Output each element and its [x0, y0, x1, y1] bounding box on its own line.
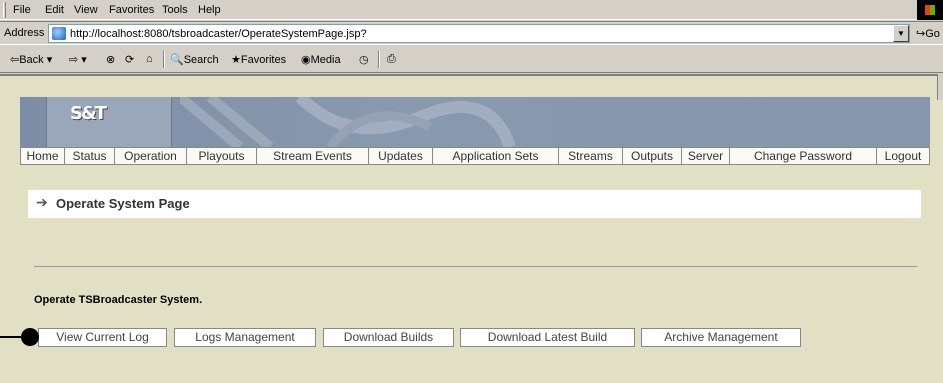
go-button[interactable]: ↪Go	[916, 27, 940, 40]
media-button[interactable]: ◉Media	[301, 53, 341, 66]
download-latest-build-button[interactable]: Download Latest Build	[460, 328, 635, 347]
toolbar-separator	[378, 51, 380, 68]
history-icon[interactable]: ◷	[359, 53, 369, 66]
search-button[interactable]: 🔍Search	[170, 53, 219, 66]
favorites-label: Favorites	[240, 54, 287, 66]
menu-tools[interactable]: Tools	[162, 4, 188, 16]
download-builds-button[interactable]: Download Builds	[323, 328, 454, 347]
nav-logout[interactable]: Logout	[877, 147, 930, 165]
divider	[34, 266, 917, 267]
back-button[interactable]: ⇦Back ▾	[10, 53, 52, 66]
home-icon[interactable]: ⌂	[146, 53, 153, 65]
nav-home[interactable]: Home	[20, 147, 65, 165]
site-logo: S&T	[70, 103, 107, 124]
page-title: Operate System Page	[56, 196, 190, 211]
address-url[interactable]: http://localhost:8080/tsbroadcaster/Oper…	[70, 28, 367, 40]
nav-outputs[interactable]: Outputs	[623, 147, 682, 165]
address-bar: Address http://localhost:8080/tsbroadcas…	[0, 21, 943, 45]
refresh-icon[interactable]: ⟳	[125, 53, 134, 66]
address-label: Address	[4, 27, 45, 39]
site-banner: S&T	[20, 97, 930, 147]
forward-button[interactable]: ⇨ ▾	[69, 53, 87, 66]
nav-change-password[interactable]: Change Password	[730, 147, 877, 165]
go-label: Go	[925, 28, 940, 40]
toolbar-grip[interactable]	[3, 2, 6, 18]
address-input[interactable]: http://localhost:8080/tsbroadcaster/Oper…	[48, 24, 910, 43]
address-dropdown-icon[interactable]: ▼	[893, 25, 909, 42]
nav-status[interactable]: Status	[65, 147, 115, 165]
nav-server[interactable]: Server	[682, 147, 730, 165]
menu-bar: File Edit View Favorites Tools Help	[0, 0, 943, 20]
menu-favorites[interactable]: Favorites	[109, 4, 154, 16]
scrollbar[interactable]	[937, 74, 943, 100]
nav-streams[interactable]: Streams	[559, 147, 623, 165]
archive-management-button[interactable]: Archive Management	[641, 328, 801, 347]
media-label: Media	[310, 54, 341, 66]
pointer-marker-icon	[0, 328, 39, 346]
nav-stream-events[interactable]: Stream Events	[257, 147, 369, 165]
toolbar-separator	[163, 51, 165, 68]
logs-management-button[interactable]: Logs Management	[174, 328, 316, 347]
main-nav: Home Status Operation Playouts Stream Ev…	[20, 147, 930, 165]
nav-playouts[interactable]: Playouts	[187, 147, 257, 165]
menu-edit[interactable]: Edit	[45, 4, 64, 16]
standard-toolbar: ⇦Back ▾ ⇨ ▾ ⊗ ⟳ ⌂ 🔍Search ★Favorites ◉Me…	[0, 46, 943, 73]
logo-block	[46, 97, 172, 147]
banner-swirl-graphic	[180, 97, 516, 147]
windows-logo-icon	[917, 0, 943, 20]
nav-application-sets[interactable]: Application Sets	[433, 147, 559, 165]
back-label: Back	[19, 54, 44, 66]
menu-file[interactable]: File	[13, 4, 31, 16]
page-title-box: ➔ Operate System Page	[28, 190, 921, 218]
view-current-log-button[interactable]: View Current Log	[38, 328, 167, 347]
page-description: Operate TSBroadcaster System.	[34, 294, 203, 306]
stop-icon[interactable]: ⊗	[106, 53, 115, 66]
search-label: Search	[183, 54, 219, 66]
page-icon	[52, 27, 66, 40]
menu-help[interactable]: Help	[198, 4, 221, 16]
favorites-button[interactable]: ★Favorites	[231, 53, 286, 66]
nav-operation[interactable]: Operation	[115, 147, 187, 165]
print-icon[interactable]: ⎙	[387, 53, 396, 66]
nav-updates[interactable]: Updates	[369, 147, 433, 165]
arrow-right-icon: ➔	[36, 194, 48, 210]
menu-view[interactable]: View	[74, 4, 98, 16]
